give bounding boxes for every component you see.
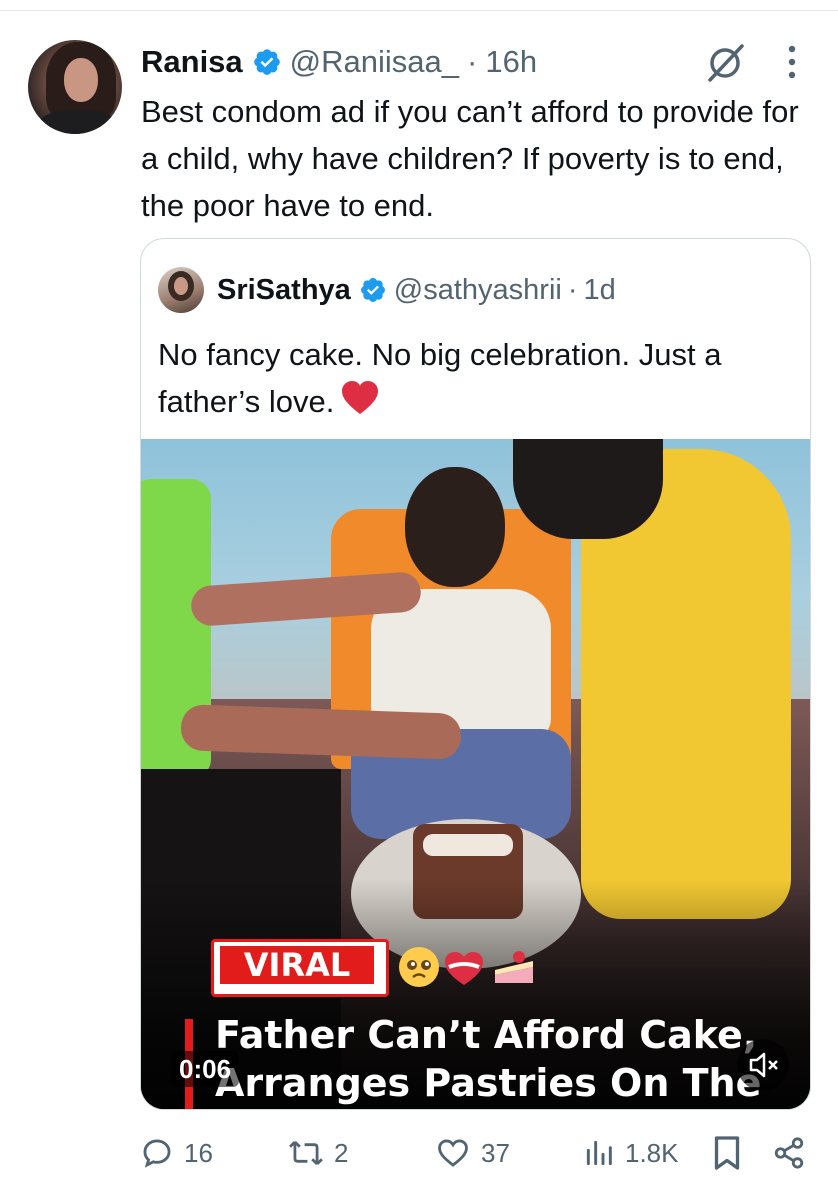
video-headline: Father Can’t Afford Cake, Arranges Pastr… (215, 1013, 762, 1105)
verified-badge-icon (360, 278, 385, 302)
views-icon (586, 1140, 612, 1166)
heart-emoji (342, 381, 379, 414)
repost-icon (289, 1140, 323, 1166)
quote-separator: · (567, 273, 578, 306)
like-icon (438, 1139, 468, 1167)
quote-header: SriSathya @sathyashrii · 1d (217, 269, 616, 311)
verified-badge-icon (253, 49, 280, 75)
tweet-text: Best condom ad if you can’t afford to pr… (141, 94, 799, 223)
grok-icon[interactable] (704, 42, 746, 84)
repost-count: 2 (334, 1137, 349, 1168)
top-divider (0, 10, 838, 11)
bookmark-icon (714, 1136, 740, 1170)
action-bar: 16 2 37 1.8K (0, 1130, 838, 1176)
bookmark-button[interactable] (712, 1130, 752, 1176)
emoji-row (399, 947, 533, 987)
quote-text-body: No fancy cake. No big celebration. Just … (158, 337, 722, 419)
tweet-time[interactable]: 16h (485, 44, 537, 80)
quote-text: No fancy cake. No big celebration. Just … (158, 331, 798, 425)
author-name[interactable]: Ranisa (141, 44, 243, 80)
author-avatar[interactable] (28, 40, 122, 134)
reply-button[interactable]: 16 (140, 1130, 213, 1176)
quote-author-handle[interactable]: @sathyashrii (394, 274, 562, 307)
repost-button[interactable]: 2 (288, 1130, 348, 1176)
quote-author-name[interactable]: SriSathya (217, 274, 351, 307)
share-icon (774, 1137, 804, 1169)
quote-time[interactable]: 1d (584, 274, 616, 307)
mute-icon (749, 1052, 778, 1078)
like-count: 37 (481, 1137, 510, 1168)
author-handle[interactable]: @Raniisaa_ (290, 44, 459, 80)
viral-label: VIRAL (220, 946, 374, 984)
like-button[interactable]: 37 (435, 1130, 510, 1176)
mute-button[interactable] (737, 1039, 789, 1091)
more-icon[interactable] (786, 44, 798, 80)
views-count: 1.8K (625, 1137, 679, 1168)
video-player[interactable]: VIRAL Father Can’t Afford Cake, Arranges… (141, 439, 810, 1109)
reply-icon (143, 1139, 171, 1168)
video-timer: 0:06 (171, 1051, 240, 1087)
header-separator: · (467, 44, 478, 79)
tweet-header: Ranisa @Raniisaa_ · 16h (141, 40, 537, 84)
quoted-tweet[interactable]: SriSathya @sathyashrii · 1d No fancy cak… (140, 238, 811, 1110)
share-button[interactable] (772, 1130, 816, 1176)
viral-badge: VIRAL (211, 939, 389, 997)
reply-count: 16 (184, 1137, 213, 1168)
quote-author-avatar[interactable] (158, 267, 204, 313)
views-button[interactable]: 1.8K (583, 1130, 679, 1176)
